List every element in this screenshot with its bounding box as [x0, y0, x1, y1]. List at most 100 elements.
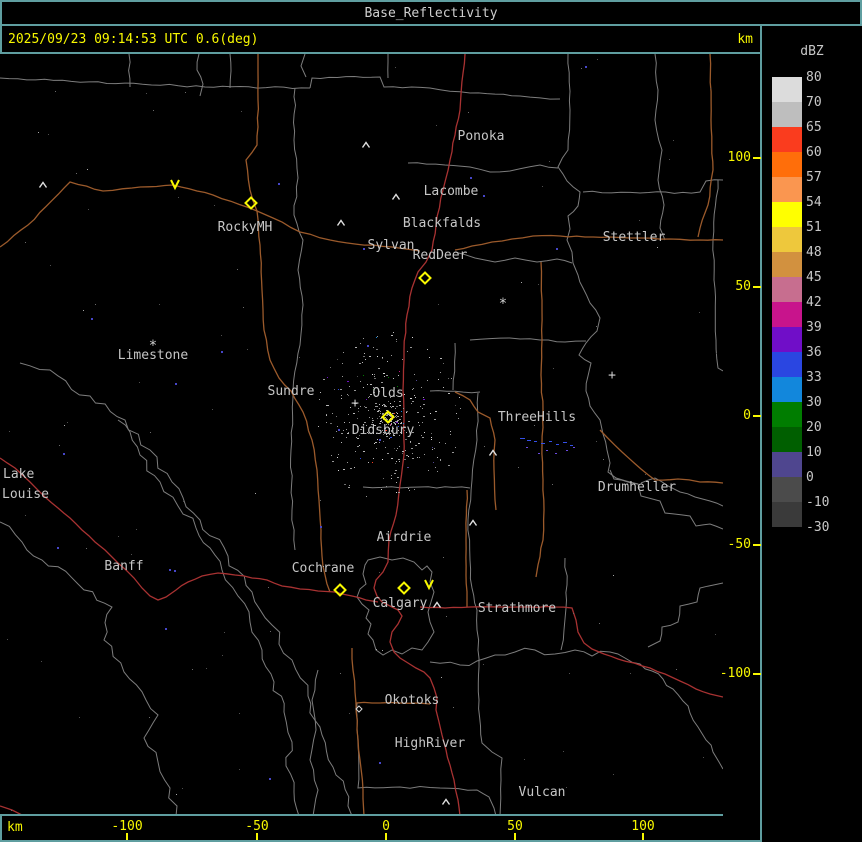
noise-speck [41, 661, 42, 662]
noise-speck [603, 459, 604, 460]
noise-speck [159, 304, 160, 305]
y-axis-unit-label: km [700, 32, 753, 47]
radar-clutter-dot [394, 401, 395, 402]
radar-clutter-dot [427, 349, 428, 350]
radar-clutter-dot [369, 356, 371, 357]
radar-clutter-dot [415, 397, 416, 398]
radar-clutter-dot [337, 426, 338, 427]
noise-speck [379, 439, 381, 441]
radar-clutter-dot [401, 416, 402, 417]
radar-clutter-dot [357, 438, 359, 439]
radar-clutter-dot [384, 405, 386, 406]
radar-clutter-dot [343, 352, 344, 353]
noise-speck [136, 529, 137, 530]
radar-clutter-dot [377, 356, 378, 357]
boundary-line [129, 54, 131, 87]
radar-clutter-dot [363, 387, 364, 388]
noise-speck [247, 349, 248, 350]
radar-clutter-dot [445, 443, 446, 444]
radar-clutter-dot [431, 439, 432, 440]
noise-speck [25, 242, 26, 243]
noise-speck [338, 429, 340, 431]
noise-speck [379, 572, 380, 573]
radar-viewer-window: Base_Reflectivity 2025/09/23 09:14:53 UT… [0, 0, 862, 842]
city-label: Airdrie [377, 530, 432, 545]
legend-swatch [772, 427, 802, 452]
radar-clutter-dot [330, 367, 331, 368]
radar-clutter-dot [374, 378, 376, 379]
noise-speck [55, 91, 56, 92]
radar-clutter-dot [377, 411, 379, 412]
echo-streak [549, 441, 552, 442]
radar-clutter-dot [374, 374, 375, 375]
x-axis: km -100-50050100 [0, 814, 762, 842]
radar-clutter-dot [348, 432, 349, 433]
radar-clutter-dot [377, 406, 378, 407]
radar-clutter-dot [360, 406, 361, 407]
noise-speck [639, 220, 640, 221]
highway-brown [0, 182, 420, 251]
noise-speck [278, 183, 280, 185]
noise-speck [455, 405, 456, 406]
legend-value-label: 54 [806, 195, 846, 210]
radar-clutter-dot [338, 470, 339, 471]
noise-speck [596, 326, 597, 327]
y-tick-label: -100 [693, 666, 751, 681]
noise-speck [243, 307, 244, 308]
radar-clutter-dot [404, 459, 406, 460]
radar-clutter-dot [391, 475, 392, 476]
legend-swatch [772, 277, 802, 302]
noise-speck [534, 425, 535, 426]
legend-value-label: 65 [806, 120, 846, 135]
legend-value-label: 39 [806, 320, 846, 335]
radar-clutter-dot [362, 362, 363, 363]
radar-clutter-dot [369, 396, 370, 397]
radar-clutter-dot [375, 406, 377, 407]
radar-clutter-dot [415, 445, 417, 446]
x-tick-mark [514, 833, 516, 840]
map-canvas[interactable]: PonokaLacombeBlackfaldsSylvanRedDeerStet… [0, 54, 723, 814]
radar-map[interactable]: PonokaLacombeBlackfaldsSylvanRedDeerStet… [0, 54, 723, 814]
noise-speck [175, 383, 177, 385]
noise-speck [716, 353, 717, 354]
radar-clutter-dot [326, 405, 327, 406]
radar-clutter-dot [448, 393, 450, 394]
noise-speck [446, 616, 447, 617]
legend-value-label: 10 [806, 445, 846, 460]
radar-clutter-dot [440, 372, 441, 373]
radar-clutter-dot [386, 418, 387, 419]
boundary-line [655, 54, 665, 240]
radar-clutter-dot [379, 442, 380, 443]
radar-clutter-dot [386, 486, 387, 487]
noise-speck [699, 312, 700, 313]
x-tick-mark [385, 833, 387, 840]
radar-clutter-dot [435, 467, 436, 468]
radar-clutter-dot [355, 451, 356, 452]
radar-clutter-dot [423, 404, 425, 405]
radar-clutter-dot [357, 418, 358, 419]
radar-clutter-dot [386, 375, 388, 376]
noise-speck [613, 774, 614, 775]
y-tick-mark [753, 415, 761, 417]
noise-speck [67, 422, 68, 423]
noise-speck [131, 554, 132, 555]
noise-speck [669, 159, 670, 160]
noise-speck [149, 717, 150, 718]
radar-clutter-dot [367, 384, 368, 385]
radar-clutter-dot [330, 423, 332, 424]
noise-speck [221, 351, 223, 353]
radar-clutter-dot [382, 405, 383, 406]
noise-speck [91, 318, 93, 320]
noise-speck [270, 631, 271, 632]
radar-clutter-dot [391, 478, 392, 479]
noise-speck [349, 713, 350, 714]
radar-clutter-dot [379, 368, 380, 369]
caret-marker [490, 451, 497, 456]
highway-brown [698, 54, 713, 237]
radar-clutter-dot [397, 421, 398, 422]
asterisk-marker: * [499, 296, 507, 312]
boundary-line [310, 670, 318, 814]
radar-clutter-dot [377, 418, 378, 419]
noise-speck [185, 92, 186, 93]
radar-clutter-dot [326, 414, 327, 415]
